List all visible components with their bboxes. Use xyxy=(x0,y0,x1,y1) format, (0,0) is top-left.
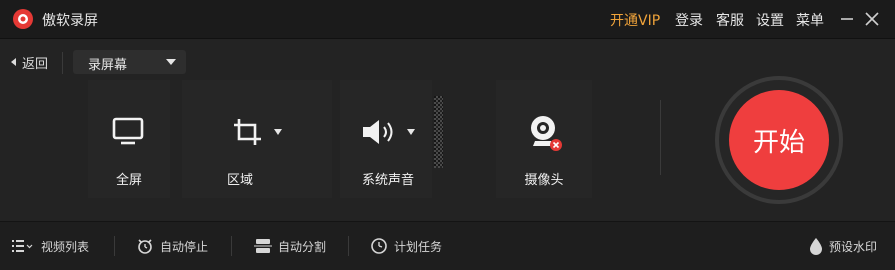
video-list-label: 视频列表 xyxy=(41,239,90,254)
volume-meter xyxy=(434,96,443,168)
bottom-separator xyxy=(231,236,232,256)
back-label: 返回 xyxy=(22,56,49,72)
list-icon xyxy=(12,240,33,252)
title-bar: 傲软录屏 开通VIP 登录 客服 设置 菜单 xyxy=(0,0,895,39)
region-dropdown-icon[interactable] xyxy=(273,128,283,136)
chevron-down-icon xyxy=(166,59,176,65)
watermark-button[interactable]: 预设水印 xyxy=(809,238,878,255)
back-button[interactable]: 返回 xyxy=(10,54,49,72)
auto-stop-label: 自动停止 xyxy=(160,239,209,254)
auto-split-button[interactable]: 自动分割 xyxy=(254,238,326,254)
start-button[interactable]: 开始 xyxy=(729,90,829,190)
app-window: 傲软录屏 开通VIP 登录 客服 设置 菜单 返回 录屏幕 全屏 区域 系统声音… xyxy=(0,0,895,270)
auto-stop-button[interactable]: 自动停止 xyxy=(136,238,208,254)
start-divider xyxy=(660,100,661,175)
schedule-task-button[interactable]: 计划任务 xyxy=(370,238,442,254)
clock-icon xyxy=(371,238,387,254)
schedule-task-label: 计划任务 xyxy=(394,239,443,254)
system-sound-label: 系统声音 xyxy=(361,173,414,188)
toolbar-divider xyxy=(62,52,63,74)
bottom-bar xyxy=(0,221,895,270)
watermark-label: 预设水印 xyxy=(829,239,878,254)
auto-split-label: 自动分割 xyxy=(278,239,327,254)
app-title: 傲软录屏 xyxy=(42,13,98,29)
region-tile[interactable]: 区域 xyxy=(182,80,332,198)
droplet-icon xyxy=(810,238,822,255)
monitor-icon xyxy=(111,116,145,146)
start-label: 开始 xyxy=(752,127,805,158)
sound-dropdown-icon[interactable] xyxy=(406,128,416,136)
camera-label: 摄像头 xyxy=(524,173,564,188)
crop-icon xyxy=(232,117,264,147)
fullscreen-label: 全屏 xyxy=(115,173,142,188)
record-mode-select[interactable]: 录屏幕 xyxy=(73,50,186,74)
split-icon xyxy=(254,239,272,253)
region-label: 区域 xyxy=(226,173,253,188)
speaker-icon xyxy=(360,116,400,148)
login-link[interactable]: 登录 xyxy=(675,10,703,30)
minimize-icon[interactable] xyxy=(838,10,856,28)
settings-link[interactable]: 设置 xyxy=(756,10,784,30)
system-sound-tile[interactable]: 系统声音 xyxy=(340,80,432,198)
bottom-separator xyxy=(114,236,115,256)
close-icon[interactable] xyxy=(863,10,881,28)
menu-link[interactable]: 菜单 xyxy=(796,10,824,30)
video-list-button[interactable]: 视频列表 xyxy=(11,238,89,254)
fullscreen-tile[interactable]: 全屏 xyxy=(88,80,170,198)
app-logo-icon xyxy=(12,8,34,30)
open-vip-link[interactable]: 开通VIP xyxy=(610,10,660,30)
record-mode-value: 录屏幕 xyxy=(88,58,128,73)
webcam-icon xyxy=(527,114,563,152)
customer-service-link[interactable]: 客服 xyxy=(716,10,744,30)
bottom-separator xyxy=(348,236,349,256)
alarm-clock-icon xyxy=(138,239,152,254)
camera-tile[interactable]: 摄像头 xyxy=(496,80,592,198)
back-arrow-icon xyxy=(11,58,16,66)
